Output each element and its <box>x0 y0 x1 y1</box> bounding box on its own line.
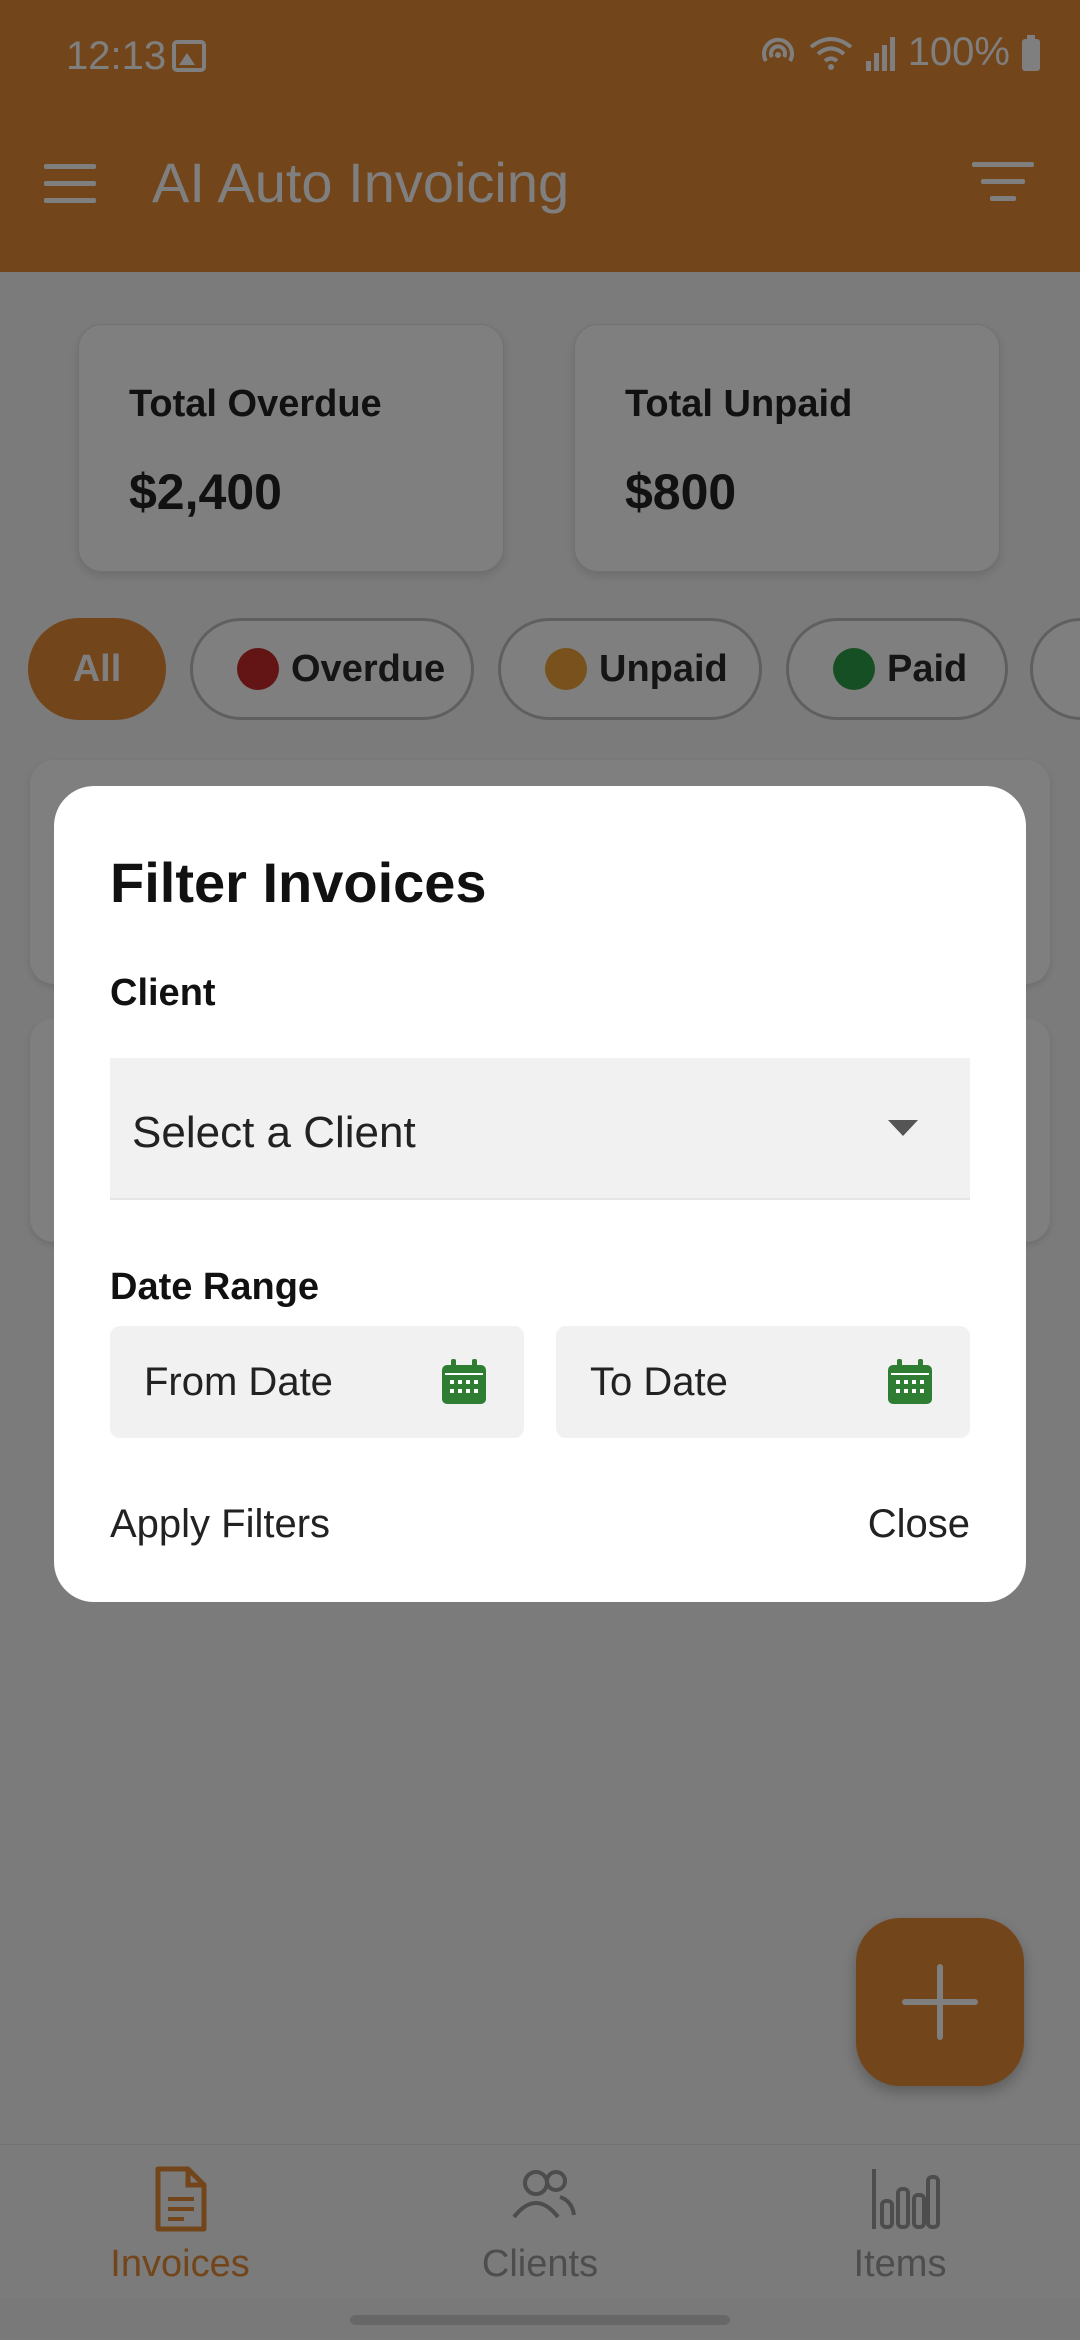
calendar-icon[interactable] <box>440 1358 488 1406</box>
to-date-field[interactable]: To Date <box>556 1326 970 1438</box>
from-date-label: From Date <box>144 1360 333 1404</box>
close-button[interactable]: Close <box>868 1502 970 1547</box>
client-label: Client <box>110 972 216 1014</box>
client-select-value: Select a Client <box>132 1108 416 1157</box>
to-date-label: To Date <box>590 1360 728 1404</box>
dialog-title: Filter Invoices <box>110 851 487 914</box>
from-date-field[interactable]: From Date <box>110 1326 524 1438</box>
date-range-label: Date Range <box>110 1266 320 1308</box>
client-select[interactable]: Select a Client <box>110 1058 970 1200</box>
dropdown-arrow-icon <box>888 1120 918 1136</box>
filter-dialog: Filter Invoices Client Select a Client D… <box>54 786 1026 1602</box>
apply-filters-button[interactable]: Apply Filters <box>110 1502 330 1547</box>
calendar-icon[interactable] <box>886 1358 934 1406</box>
